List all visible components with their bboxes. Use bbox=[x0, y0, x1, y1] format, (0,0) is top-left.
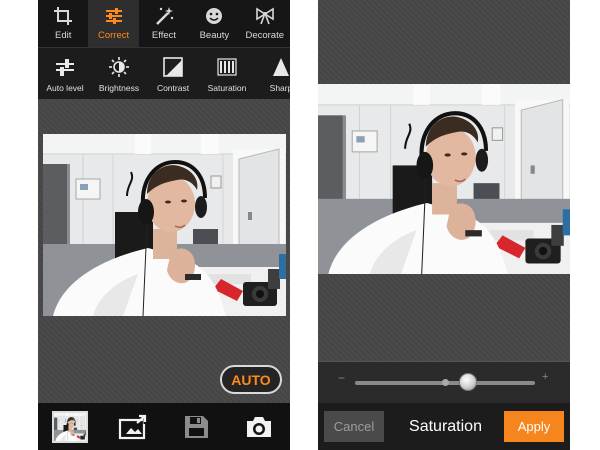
tab-correct[interactable]: Correct bbox=[88, 0, 139, 47]
gallery-button[interactable] bbox=[38, 403, 101, 450]
sharpness-icon bbox=[273, 58, 289, 76]
tool-label: Contrast bbox=[156, 83, 190, 93]
bow-icon bbox=[255, 7, 274, 25]
slider-plus: + bbox=[542, 371, 549, 383]
contrast-icon bbox=[163, 57, 183, 77]
tool-auto-level[interactable]: Auto level bbox=[38, 48, 92, 99]
tab-beauty[interactable]: Beauty bbox=[189, 0, 239, 47]
saturation-slider-thumb[interactable] bbox=[459, 373, 478, 391]
tool-label: Auto level bbox=[46, 83, 84, 93]
tab-label: Effect bbox=[151, 30, 177, 41]
saturation-screen: − + Cancel Saturation Apply bbox=[318, 0, 570, 450]
thumbnail-image bbox=[54, 413, 86, 441]
tab-label: Edit bbox=[55, 30, 72, 41]
bottom-bar bbox=[38, 403, 290, 450]
tab-decorate[interactable]: Decorate bbox=[240, 0, 290, 47]
photo-preview[interactable] bbox=[43, 134, 286, 316]
tab-edit[interactable]: Edit bbox=[38, 0, 88, 47]
sliders-icon bbox=[105, 8, 122, 24]
saturation-slider-bar: − + bbox=[318, 361, 570, 403]
camera-icon bbox=[246, 416, 271, 437]
slider-minus: − bbox=[338, 371, 346, 385]
crop-icon bbox=[54, 7, 73, 25]
tool-label: Brightness bbox=[98, 83, 140, 93]
share-image-icon bbox=[118, 413, 148, 439]
saturation-icon bbox=[217, 58, 237, 76]
magic-wand-icon bbox=[156, 7, 174, 25]
photo-image bbox=[43, 134, 286, 316]
correction-toolbar: Auto level Brightness Contrast Saturatio… bbox=[38, 47, 290, 99]
gallery-thumbnail bbox=[51, 410, 88, 443]
tool-saturation[interactable]: Saturation bbox=[200, 48, 254, 99]
screen-title: Saturation bbox=[409, 418, 482, 435]
action-bar: Cancel Saturation Apply bbox=[318, 403, 570, 450]
photo-preview[interactable] bbox=[318, 84, 570, 274]
auto-button[interactable]: AUTO bbox=[220, 365, 282, 394]
tool-sharpness[interactable]: Sharp bbox=[254, 48, 290, 99]
tab-bar: Edit Correct Effect Beauty Decorate bbox=[38, 0, 290, 47]
editor-screen: Edit Correct Effect Beauty Decorate Auto… bbox=[38, 0, 290, 450]
tab-effect[interactable]: Effect bbox=[139, 0, 189, 47]
tool-label: Sharp bbox=[269, 83, 290, 93]
photo-image bbox=[318, 84, 570, 274]
share-button[interactable] bbox=[101, 403, 164, 450]
auto-level-icon bbox=[56, 59, 74, 76]
cancel-button[interactable]: Cancel bbox=[324, 411, 384, 442]
save-button[interactable] bbox=[164, 403, 227, 450]
tool-contrast[interactable]: Contrast bbox=[146, 48, 200, 99]
tab-label: Beauty bbox=[199, 30, 230, 41]
slider-center-marker bbox=[442, 379, 449, 386]
save-icon bbox=[184, 415, 208, 438]
smiley-icon bbox=[206, 8, 223, 24]
camera-button[interactable] bbox=[227, 403, 290, 450]
tool-brightness[interactable]: Brightness bbox=[92, 48, 146, 99]
tool-label: Saturation bbox=[207, 83, 247, 93]
tab-label: Decorate bbox=[245, 30, 285, 41]
tab-label: Correct bbox=[98, 30, 130, 41]
apply-button[interactable]: Apply bbox=[504, 411, 564, 442]
sun-icon bbox=[109, 57, 129, 77]
